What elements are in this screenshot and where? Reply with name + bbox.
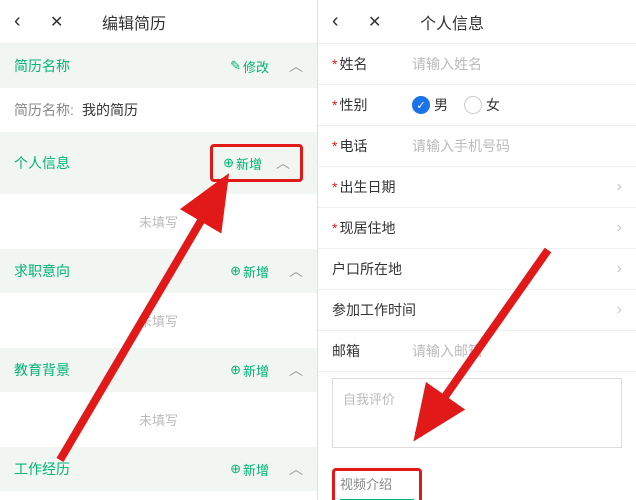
page-title: 编辑简历 [102, 10, 303, 34]
highlight-add-personal: ⊕ 新增 ︿ [210, 144, 303, 182]
field-birth[interactable]: *出生日期 › [318, 167, 636, 208]
plus-icon: ⊕ [230, 461, 241, 477]
page-title: 个人信息 [420, 10, 622, 34]
resume-name-row: 简历名称: 我的简历 [0, 88, 317, 132]
chevron-right-icon: › [617, 301, 622, 319]
header: ‹ ✕ 编辑简历 [0, 0, 317, 44]
chevron-up-icon[interactable]: ︿ [276, 153, 290, 173]
section-personal-info[interactable]: 个人信息 ⊕ 新增 ︿ [0, 132, 317, 194]
plus-icon: ⊕ [223, 155, 234, 171]
field-name[interactable]: *姓名 请输入姓名 [318, 44, 636, 85]
close-icon[interactable]: ✕ [50, 12, 68, 32]
chevron-right-icon: › [617, 260, 622, 278]
chevron-right-icon: › [617, 219, 622, 237]
video-section: 视频介绍 上传视频 [318, 462, 636, 500]
phone-edit-resume: ‹ ✕ 编辑简历 简历名称 ✎ 修改 ︿ 简历名称: 我的简历 个人信息 ⊕ 新… [0, 0, 318, 500]
modify-button[interactable]: ✎ 修改 [230, 57, 269, 76]
add-work-button[interactable]: ⊕ 新增 [230, 460, 269, 479]
highlight-upload-video: 视频介绍 上传视频 [332, 468, 422, 500]
empty-intent: 未填写 [0, 293, 317, 348]
section-label: 简历名称 [14, 56, 70, 76]
back-icon[interactable]: ‹ [14, 10, 32, 33]
radio-male[interactable]: ✓男 [412, 95, 448, 115]
empty-personal: 未填写 [0, 194, 317, 249]
add-personal-button[interactable]: ⊕ 新增 [223, 154, 262, 173]
empty-edu: 未填写 [0, 392, 317, 447]
radio-female[interactable]: 女 [464, 95, 500, 115]
edit-icon: ✎ [230, 58, 241, 74]
chevron-up-icon[interactable]: ︿ [289, 459, 303, 479]
add-edu-button[interactable]: ⊕ 新增 [230, 361, 269, 380]
section-job-intent[interactable]: 求职意向 ⊕ 新增 ︿ [0, 249, 317, 293]
chevron-up-icon[interactable]: ︿ [289, 56, 303, 76]
header: ‹ ✕ 个人信息 [318, 0, 636, 44]
field-work-start[interactable]: 参加工作时间 › [318, 290, 636, 331]
section-education[interactable]: 教育背景 ⊕ 新增 ︿ [0, 348, 317, 392]
plus-icon: ⊕ [230, 263, 241, 279]
bio-textarea[interactable]: 自我评价 [332, 378, 622, 448]
chevron-up-icon[interactable]: ︿ [289, 360, 303, 380]
section-work-exp[interactable]: 工作经历 ⊕ 新增 ︿ [0, 447, 317, 491]
plus-icon: ⊕ [230, 362, 241, 378]
field-gender: *性别 ✓男 女 [318, 85, 636, 126]
field-phone[interactable]: *电话 请输入手机号码 [318, 126, 636, 167]
close-icon[interactable]: ✕ [368, 12, 386, 32]
field-email[interactable]: 邮箱 请输入邮箱 [318, 331, 636, 372]
section-resume-name[interactable]: 简历名称 ✎ 修改 ︿ [0, 44, 317, 88]
add-intent-button[interactable]: ⊕ 新增 [230, 262, 269, 281]
field-hukou[interactable]: 户口所在地 › [318, 249, 636, 290]
back-icon[interactable]: ‹ [332, 10, 350, 33]
chevron-up-icon[interactable]: ︿ [289, 261, 303, 281]
phone-personal-info: ‹ ✕ 个人信息 *姓名 请输入姓名 *性别 ✓男 女 *电话 请输入手机号码 … [318, 0, 636, 500]
chevron-right-icon: › [617, 178, 622, 196]
resume-name-value: 我的简历 [82, 100, 138, 120]
field-live[interactable]: *现居住地 › [318, 208, 636, 249]
